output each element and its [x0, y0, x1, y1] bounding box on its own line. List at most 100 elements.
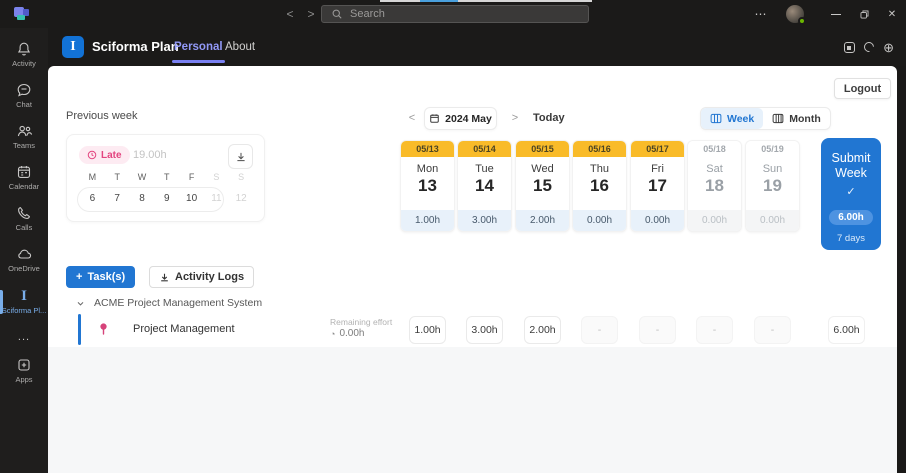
submit-total-hours: 6.00h	[829, 210, 873, 225]
columns-icon	[772, 113, 784, 124]
search-icon	[331, 8, 343, 20]
day-card[interactable]: 05/16 Thu 16 0.00h	[572, 140, 627, 232]
view-toggle: Week Month	[700, 107, 831, 130]
day-card[interactable]: 05/18 Sat 18 0.00h	[687, 140, 742, 232]
logout-button[interactable]: Logout	[834, 78, 891, 99]
next-week-arrow[interactable]: >	[509, 112, 521, 124]
submit-days-count: 7 days	[837, 233, 865, 244]
day-card[interactable]: 05/13 Mon 13 1.00h	[400, 140, 455, 232]
task-name: Project Management	[133, 323, 235, 335]
day-card-hours: 2.00h	[516, 210, 569, 231]
calendar-icon	[16, 164, 32, 180]
teams-logo-icon	[11, 5, 35, 23]
prev-week-arrow[interactable]: <	[406, 112, 418, 124]
app-title: Sciforma Plan	[92, 39, 179, 54]
task-row[interactable]: Project Management Remaining effort ◔ 0.…	[48, 312, 897, 347]
restore-button[interactable]	[850, 0, 878, 28]
remaining-effort-value: ◔ 0.00h	[330, 328, 364, 339]
hours-cell[interactable]: 1.00h	[409, 316, 446, 344]
minimize-button[interactable]	[822, 0, 850, 28]
hours-cell[interactable]: -	[754, 316, 791, 344]
hours-cell[interactable]: -	[696, 316, 733, 344]
hours-cell[interactable]: 2.00h	[524, 316, 561, 344]
late-badge: Late	[79, 146, 130, 164]
sidebar-item-teams[interactable]: Teams	[0, 116, 48, 157]
presence-status-dot	[798, 17, 806, 25]
tab-personal[interactable]: Personal	[174, 41, 223, 53]
sidebar-item-sciforma[interactable]: I Sciforma Pl...	[0, 280, 48, 324]
hours-cell[interactable]: 3.00h	[466, 316, 503, 344]
chat-icon	[16, 82, 32, 98]
add-tasks-button[interactable]: + Task(s)	[66, 266, 135, 288]
people-icon	[16, 123, 33, 139]
month-picker[interactable]: 2024 May	[424, 107, 497, 130]
day-card-date: 05/14	[458, 141, 511, 157]
popout-icon[interactable]	[844, 42, 855, 53]
nav-back-icon[interactable]: <	[283, 7, 297, 21]
tab-about[interactable]: About	[225, 41, 255, 53]
today-button[interactable]: Today	[533, 112, 565, 124]
search-input[interactable]: Search	[321, 5, 589, 23]
sidebar-more-button[interactable]: ...	[0, 324, 48, 350]
month-toggle[interactable]: Month	[763, 108, 830, 129]
clock-icon	[87, 150, 97, 160]
day-card[interactable]: 05/14 Tue 14 3.00h	[457, 140, 512, 232]
columns-icon	[710, 113, 722, 124]
day-card[interactable]: 05/19 Sun 19 0.00h	[745, 140, 800, 232]
task-accent-bar	[78, 314, 81, 345]
day-card-date: 05/17	[631, 141, 684, 157]
search-placeholder: Search	[350, 8, 385, 20]
sciforma-app-icon: I	[21, 289, 27, 304]
remaining-effort-label: Remaining effort	[330, 317, 392, 327]
previous-week-card[interactable]: Late 19.00h MTWTFSS 6789101112	[66, 134, 265, 222]
main-content: Logout Previous week Late 19.00h MTWTFSS…	[48, 66, 897, 473]
hours-cell[interactable]: -	[581, 316, 618, 344]
day-card-hours: 0.00h	[746, 210, 799, 231]
pie-icon: ◔	[330, 329, 335, 339]
calendar-small-icon	[429, 113, 440, 124]
day-card-hours: 0.00h	[573, 210, 626, 231]
sidebar-item-calendar[interactable]: Calendar	[0, 157, 48, 198]
project-group-row[interactable]: ACME Project Management System	[62, 294, 262, 312]
submit-week-button[interactable]: Submit Week ✓ 6.00h 7 days	[821, 138, 881, 250]
day-card-date: 05/16	[573, 141, 626, 157]
avatar[interactable]	[786, 5, 804, 23]
globe-icon[interactable]: ⊕	[883, 41, 894, 54]
week-toggle[interactable]: Week	[701, 108, 763, 129]
minical-day-numbers[interactable]: 6789101112	[80, 193, 254, 204]
day-card-hours: 3.00h	[458, 210, 511, 231]
day-card[interactable]: 05/17 Fri 17 0.00h	[630, 140, 685, 232]
window-edge-accent	[420, 0, 458, 2]
cloud-icon	[16, 246, 33, 262]
download-icon	[235, 151, 247, 163]
phone-icon	[16, 205, 32, 221]
pin-icon	[97, 322, 110, 336]
previous-week-label: Previous week	[66, 110, 138, 122]
sidebar-item-onedrive[interactable]: OneDrive	[0, 239, 48, 280]
titlebar-more-button[interactable]: ⋯	[744, 7, 778, 21]
download-icon	[159, 272, 170, 283]
day-card[interactable]: 05/15 Wed 15 2.00h	[515, 140, 570, 232]
sidebar-item-activity[interactable]: Activity	[0, 34, 48, 75]
sidebar-item-apps[interactable]: Apps	[0, 350, 48, 391]
activity-logs-button[interactable]: Activity Logs	[149, 266, 254, 288]
task-total-cell: 6.00h	[828, 316, 865, 344]
sidebar-item-calls[interactable]: Calls	[0, 198, 48, 239]
window-edge-strip	[380, 0, 592, 2]
check-icon: ✓	[846, 185, 855, 198]
download-previous-week-button[interactable]	[228, 144, 253, 169]
day-card-date: 05/19	[746, 141, 799, 157]
app-rail: Activity Chat Teams Calendar Calls OneDr…	[0, 28, 48, 473]
sidebar-item-chat[interactable]: Chat	[0, 75, 48, 116]
hours-cell[interactable]: -	[639, 316, 676, 344]
window-titlebar: < > Search ⋯ ✕	[0, 0, 906, 28]
day-card-date: 05/18	[688, 141, 741, 157]
day-card-hours: 0.00h	[631, 210, 684, 231]
refresh-icon[interactable]	[862, 40, 876, 54]
previous-week-hours: 19.00h	[133, 149, 167, 161]
close-button[interactable]: ✕	[878, 0, 906, 28]
plus-icon: +	[76, 271, 82, 283]
apps-icon	[16, 357, 32, 373]
nav-forward-icon[interactable]: >	[304, 7, 318, 21]
day-card-hours: 0.00h	[688, 210, 741, 231]
